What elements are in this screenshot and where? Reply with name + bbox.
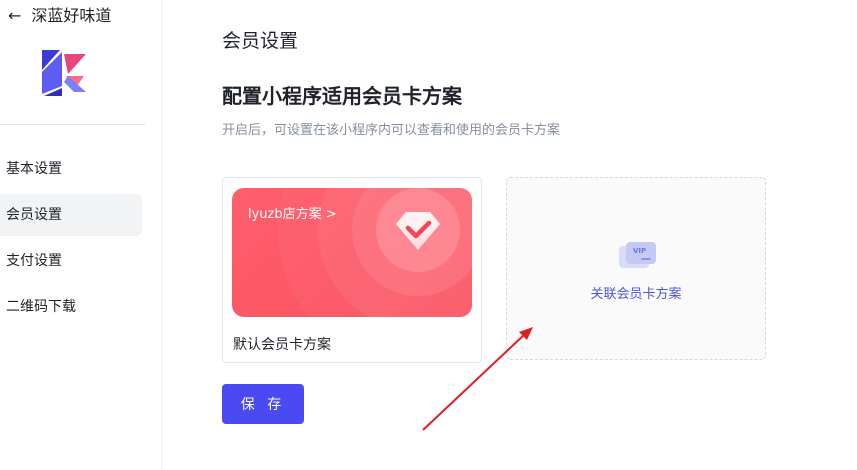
sidebar: ← 深蓝好味道 基本设置 会员设置 支付设置 二维码下载 — [0, 0, 162, 470]
main-content: 会员设置 配置小程序适用会员卡方案 开启后，可设置在该小程序内可以查看和使用的会… — [162, 0, 857, 470]
link-plan-label[interactable]: 关联会员卡方案 — [507, 283, 765, 302]
diamond-badge-icon — [396, 212, 440, 250]
section-description: 开启后，可设置在该小程序内可以查看和使用的会员卡方案 — [222, 123, 561, 138]
back-to-store[interactable]: ← 深蓝好味道 — [8, 6, 111, 26]
vip-card-icon-text: VIP — [633, 247, 646, 255]
plan-name: 默认会员卡方案 — [233, 337, 331, 353]
vip-card-icon: VIP — [619, 242, 656, 268]
sidebar-nav: 基本设置 会员设置 支付设置 二维码下载 — [0, 148, 142, 332]
store-name: 深蓝好味道 — [31, 6, 112, 25]
page-title: 会员设置 — [222, 30, 299, 52]
sidebar-item-basic-settings[interactable]: 基本设置 — [0, 148, 142, 190]
member-plan-visual[interactable]: lyuzb店方案 > — [232, 188, 472, 317]
member-plan-card: lyuzb店方案 > 默认会员卡方案 — [222, 177, 482, 363]
sidebar-item-payment-settings[interactable]: 支付设置 — [0, 240, 142, 282]
plan-link-text: lyuzb店方案 — [248, 207, 322, 222]
store-logo — [38, 46, 94, 102]
arrow-left-icon[interactable]: ← — [8, 6, 21, 26]
save-button[interactable]: 保 存 — [222, 384, 304, 424]
link-member-plan-card[interactable]: VIP 关联会员卡方案 — [506, 177, 766, 360]
chevron-right-icon: > — [325, 207, 337, 222]
sidebar-item-member-settings[interactable]: 会员设置 — [0, 194, 142, 236]
section-title: 配置小程序适用会员卡方案 — [222, 84, 462, 108]
sidebar-item-qrcode-download[interactable]: 二维码下载 — [0, 286, 142, 328]
plan-link[interactable]: lyuzb店方案 > — [248, 203, 337, 222]
sidebar-divider — [0, 124, 146, 125]
